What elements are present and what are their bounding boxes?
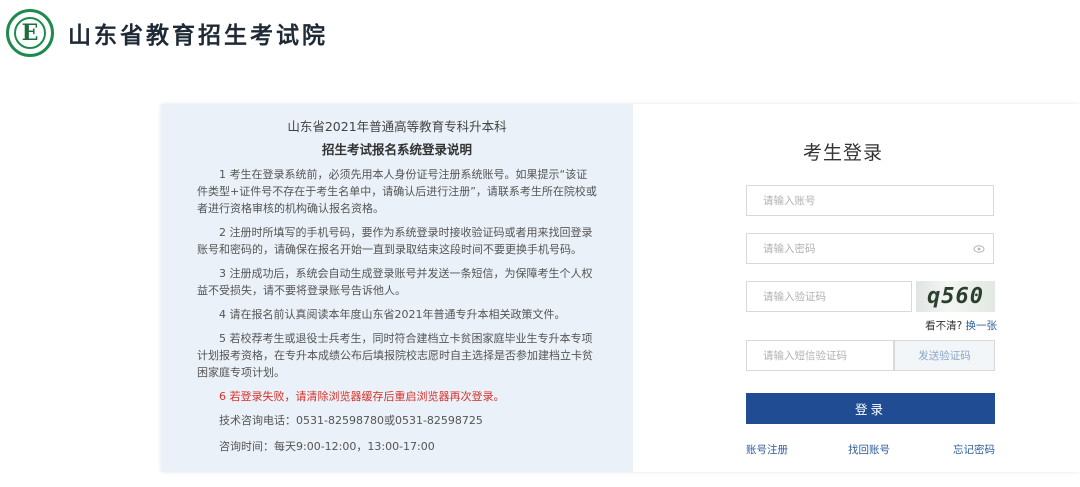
support-phone: 技术咨询电话：0531-82598780或0531-82598725 [219,414,483,427]
eye-icon[interactable] [973,243,985,255]
site-title: 山东省教育招生考试院 [68,22,328,49]
account-input[interactable] [761,193,993,208]
instruction-item-3: 3 注册成功后，系统会自动生成登录账号并发送一条短信，为保障考生个人权益不受损失… [197,267,593,297]
send-code-button[interactable]: 发送验证码 [894,340,995,371]
instructions-title-line1: 山东省2021年普通高等教育专科升本科 [287,119,507,134]
instruction-item-5: 5 若校荐考生或退役士兵考生，同时符合建档立卡贫困家庭毕业生专升本专项计划报考资… [197,332,593,379]
captcha-image[interactable]: q560 [916,281,995,312]
instruction-warning: 6 若登录失败，请清除浏览器缓存后重启浏览器再次登录。 [219,390,505,403]
site-header: E 山东省教育招生考试院 [6,6,328,60]
login-form: 考生登录 q560 看不清? 换一张 发送验证码 登录 账号注册 找回账号 [633,104,1080,472]
instruction-item-1: 1 考生在登录系统前，必须先用本人身份证号注册系统账号。如果提示“该证件类型+证… [197,168,597,215]
forgot-password-link[interactable]: 忘记密码 [953,442,995,457]
sms-code-input[interactable] [761,348,893,363]
login-instructions-panel: 山东省2021年普通高等教育专科升本科 招生考试报名系统登录说明 1 考生在登录… [161,104,633,472]
instruction-item-2: 2 注册时所填写的手机号码，要作为系统登录时接收验证码或者用来找回登录账号和密码… [197,226,593,256]
sms-field-wrapper [746,340,894,371]
login-button[interactable]: 登录 [746,393,995,424]
captcha-input[interactable] [761,289,911,304]
account-field-wrapper [746,185,994,216]
support-hours: 咨询时间：每天9:00-12:00，13:00-17:00 [219,440,435,453]
refresh-captcha-link[interactable]: 换一张 [966,320,998,332]
password-input[interactable] [761,241,993,256]
instruction-item-4: 4 请在报名前认真阅读本年度山东省2021年普通专升本相关政策文件。 [219,308,566,321]
institute-logo: E [6,9,54,57]
logo-letter: E [14,17,46,49]
login-card: 山东省2021年普通高等教育专科升本科 招生考试报名系统登录说明 1 考生在登录… [161,104,1080,472]
captcha-refresh: 看不清? 换一张 [917,318,997,333]
cant-see-label: 看不清? [925,320,963,332]
instructions-title-line2: 招生考试报名系统登录说明 [321,142,472,157]
password-field-wrapper [746,233,994,264]
register-link[interactable]: 账号注册 [746,442,788,457]
login-title: 考生登录 [802,142,883,164]
captcha-field-wrapper [746,281,912,312]
recover-account-link[interactable]: 找回账号 [848,442,890,457]
